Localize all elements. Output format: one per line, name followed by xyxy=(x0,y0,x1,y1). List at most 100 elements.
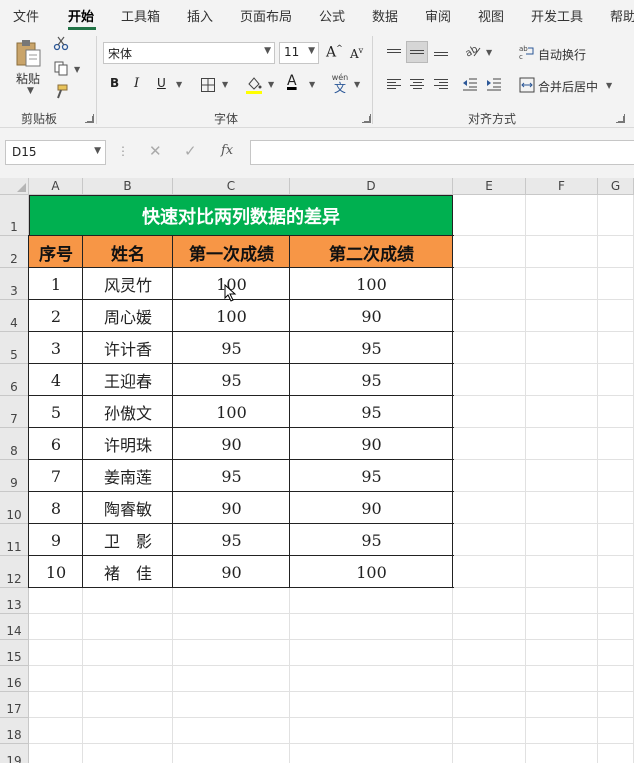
row-header[interactable]: 5 xyxy=(0,332,29,364)
shrink-font-button[interactable]: Av xyxy=(350,46,363,61)
row-header[interactable]: 4 xyxy=(0,300,29,332)
font-size-select[interactable]: 11 ▼ xyxy=(279,42,319,64)
table-cell[interactable]: 8 xyxy=(29,492,83,524)
table-cell[interactable]: 褚 佳 xyxy=(83,556,173,588)
enter-icon[interactable]: ✓ xyxy=(184,142,197,160)
format-painter-icon[interactable] xyxy=(53,84,69,100)
table-cell[interactable]: 6 xyxy=(29,428,83,460)
table-cell[interactable]: 100 xyxy=(290,268,453,300)
table-cell[interactable]: 1 xyxy=(29,268,83,300)
fill-color-icon[interactable] xyxy=(245,75,263,95)
table-header-cell[interactable]: 第二次成绩 xyxy=(290,236,453,268)
chevron-down-icon[interactable]: ▼ xyxy=(74,65,80,74)
borders-icon[interactable] xyxy=(200,77,216,93)
column-header[interactable]: D xyxy=(290,178,453,195)
chevron-down-icon[interactable]: ▼ xyxy=(309,80,315,89)
select-all-button[interactable] xyxy=(0,178,29,195)
wrap-text-icon[interactable]: ab c xyxy=(519,44,535,60)
tab-page-layout[interactable]: 页面布局 xyxy=(240,6,292,25)
row-header[interactable]: 6 xyxy=(0,364,29,396)
chevron-down-icon[interactable]: ▼ xyxy=(354,80,360,89)
table-cell[interactable]: 2 xyxy=(29,300,83,332)
table-cell[interactable]: 王迎春 xyxy=(83,364,173,396)
table-title[interactable]: 快速对比两列数据的差异 xyxy=(29,195,453,236)
tab-developer[interactable]: 开发工具 xyxy=(531,6,583,25)
tab-help[interactable]: 帮助 xyxy=(610,6,634,25)
table-cell[interactable]: 95 xyxy=(290,396,453,428)
tab-home[interactable]: 开始 xyxy=(68,6,94,25)
table-cell[interactable]: 许计香 xyxy=(83,332,173,364)
row-header[interactable]: 12 xyxy=(0,556,29,588)
table-cell[interactable]: 95 xyxy=(173,524,290,556)
copy-icon[interactable] xyxy=(53,60,69,76)
tab-view[interactable]: 视图 xyxy=(478,6,504,25)
table-cell[interactable]: 95 xyxy=(290,332,453,364)
underline-button[interactable]: U xyxy=(157,76,166,90)
italic-button[interactable]: I xyxy=(134,76,139,91)
table-cell[interactable]: 95 xyxy=(290,460,453,492)
table-cell[interactable]: 卫 影 xyxy=(83,524,173,556)
table-cell[interactable]: 100 xyxy=(290,556,453,588)
row-header[interactable]: 7 xyxy=(0,396,29,428)
chevron-down-icon[interactable]: ▼ xyxy=(268,80,274,89)
table-cell[interactable]: 90 xyxy=(173,556,290,588)
tab-file[interactable]: 文件 xyxy=(13,6,39,25)
table-cell[interactable]: 7 xyxy=(29,460,83,492)
table-cell[interactable]: 9 xyxy=(29,524,83,556)
column-header[interactable]: E xyxy=(453,178,526,195)
wrap-text-button[interactable]: 自动换行 xyxy=(538,46,586,63)
column-header[interactable]: F xyxy=(526,178,598,195)
table-cell[interactable]: 100 xyxy=(173,300,290,332)
row-header[interactable]: 15 xyxy=(0,640,29,666)
name-box[interactable]: D15 ▼ xyxy=(5,140,106,165)
clipboard-launcher-icon[interactable] xyxy=(85,114,94,123)
align-right-button[interactable] xyxy=(430,73,452,95)
table-cell[interactable]: 4 xyxy=(29,364,83,396)
table-cell[interactable]: 95 xyxy=(173,460,290,492)
row-header[interactable]: 11 xyxy=(0,524,29,556)
cut-icon[interactable] xyxy=(53,35,69,51)
font-color-icon[interactable]: A xyxy=(287,73,297,89)
column-header[interactable]: B xyxy=(83,178,173,195)
align-top-button[interactable] xyxy=(383,41,405,63)
row-header[interactable]: 8 xyxy=(0,428,29,460)
row-header[interactable]: 17 xyxy=(0,692,29,718)
align-center-button[interactable] xyxy=(406,73,428,95)
phonetic-guide-button[interactable]: wén 文 xyxy=(331,73,349,94)
cancel-icon[interactable]: ✕ xyxy=(149,142,162,160)
align-left-button[interactable] xyxy=(383,73,405,95)
tab-review[interactable]: 审阅 xyxy=(425,6,451,25)
tab-toolbox[interactable]: 工具箱 xyxy=(121,6,160,25)
table-header-cell[interactable]: 序号 xyxy=(29,236,83,268)
row-header[interactable]: 2 xyxy=(0,236,29,268)
insert-function-icon[interactable]: fx xyxy=(221,143,233,158)
tab-formulas[interactable]: 公式 xyxy=(319,6,345,25)
chevron-down-icon[interactable]: ▼ xyxy=(176,80,182,89)
row-header[interactable]: 16 xyxy=(0,666,29,692)
table-cell[interactable]: 95 xyxy=(173,364,290,396)
row-header[interactable]: 13 xyxy=(0,588,29,614)
table-cell[interactable]: 风灵竹 xyxy=(83,268,173,300)
chevron-down-icon[interactable]: ▼ xyxy=(606,81,612,90)
tab-insert[interactable]: 插入 xyxy=(187,6,213,25)
align-bottom-button[interactable] xyxy=(430,41,452,63)
formula-input[interactable] xyxy=(250,140,634,165)
row-header[interactable]: 10 xyxy=(0,492,29,524)
merge-center-icon[interactable] xyxy=(519,77,535,93)
table-cell[interactable]: 孙傲文 xyxy=(83,396,173,428)
table-cell[interactable]: 许明珠 xyxy=(83,428,173,460)
table-header-cell[interactable]: 姓名 xyxy=(83,236,173,268)
table-cell[interactable]: 姜南莲 xyxy=(83,460,173,492)
table-header-cell[interactable]: 第一次成绩 xyxy=(173,236,290,268)
table-cell[interactable]: 100 xyxy=(173,396,290,428)
chevron-down-icon[interactable]: ▼ xyxy=(222,80,228,89)
chevron-down-icon[interactable]: ▼ xyxy=(27,86,34,96)
table-cell[interactable]: 10 xyxy=(29,556,83,588)
orientation-icon[interactable]: ab xyxy=(464,43,482,59)
table-cell[interactable]: 90 xyxy=(290,492,453,524)
font-name-select[interactable]: 宋体 ▼ xyxy=(103,42,275,64)
row-header[interactable]: 18 xyxy=(0,718,29,744)
font-launcher-icon[interactable] xyxy=(362,114,371,123)
row-header[interactable]: 1 xyxy=(0,195,29,236)
column-header[interactable]: G xyxy=(598,178,634,195)
